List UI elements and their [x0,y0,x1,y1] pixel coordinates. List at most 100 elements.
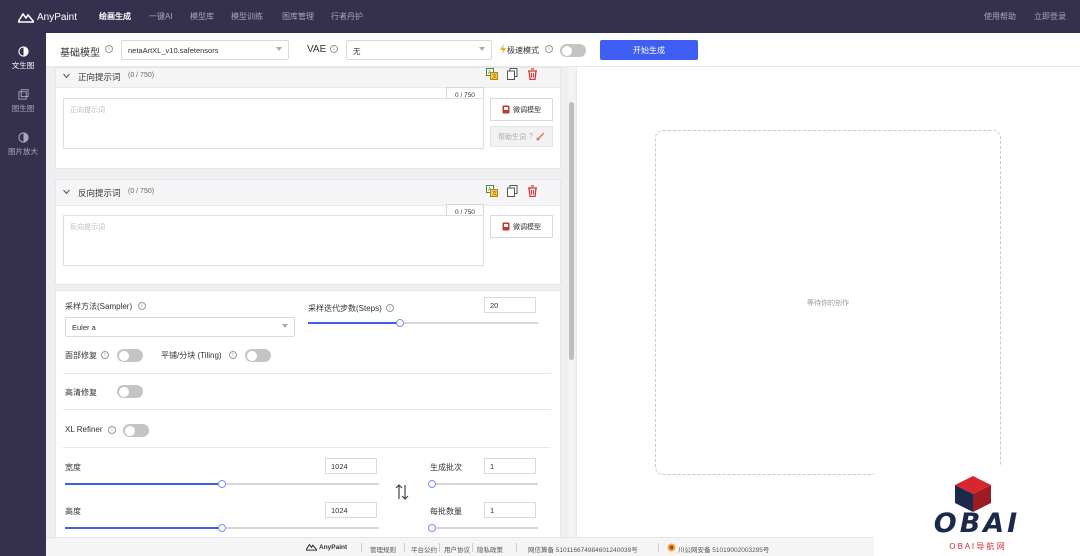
finetune-model-label: 微调模型 [513,106,541,114]
nav-item-model-library[interactable]: 模型库 [190,11,214,22]
tiling-label: 平铺/分块 (Tiling) [161,351,222,360]
brand-name: AnyPaint [37,11,78,23]
chevron-down-icon[interactable] [63,73,70,79]
nav-item-drawing[interactable]: 绘画生成 [99,11,131,22]
footer-icp[interactable]: 网信算备 510116674984601240039号 [528,544,638,554]
tiling-toggle[interactable] [245,349,271,362]
nav-item-one-click-ai[interactable]: 一键AI [149,11,173,22]
xl-refiner-toggle[interactable] [123,424,149,437]
info-icon[interactable]: i [105,45,113,53]
footer-link-privacy[interactable]: 隐私政策 [477,544,503,554]
vae-select[interactable]: 无 [346,40,492,60]
info-icon[interactable]: i [138,302,146,310]
finetune-model-button[interactable]: 微调模型 [490,215,553,238]
sidenav-label: 文生图 [11,61,35,70]
assist-prompt-button[interactable]: 帮助生词 ? [490,126,553,147]
info-icon[interactable]: i [108,426,116,434]
sidenav-item-image-to-image[interactable]: 图生图 [0,89,46,114]
sampler-select[interactable]: Euler a [65,317,295,337]
obai-watermark: OBAI O B A I 导 航 网 [874,466,1080,556]
height-input[interactable]: 1024 [325,502,377,518]
mountain-logo-icon [306,543,317,551]
anypaint-logo[interactable]: AnyPaint [18,10,77,24]
slider-fill [308,322,400,324]
fast-mode-toggle[interactable] [560,44,586,57]
police-badge-icon [667,543,676,552]
steps-slider[interactable] [308,319,538,327]
divider [63,409,551,410]
contrast-icon [17,46,29,57]
info-icon[interactable]: i [229,351,237,359]
trash-icon[interactable] [527,185,538,197]
slider-handle[interactable] [428,480,436,488]
mountain-logo-icon [18,12,34,23]
nav-item-model-training[interactable]: 模型训练 [231,11,263,22]
steps-input[interactable]: 20 [484,297,536,313]
translate-icon[interactable]: A 文 [486,185,498,197]
output-placeholder-text: 等待你的创作 [807,299,849,307]
hires-fix-toggle[interactable] [117,385,143,398]
watermark-text: OBAI [933,508,1021,539]
info-icon[interactable]: i [386,304,394,312]
copy-icon[interactable] [507,185,518,197]
divider [361,543,362,552]
footer-link-rules[interactable]: 管理规则 [370,544,396,554]
batch-count-label: 生成批次 [430,463,462,472]
copy-icon[interactable] [507,68,518,80]
divider [63,373,551,374]
slider-handle[interactable] [218,524,226,532]
sampler-label: 采样方法(Sampler) [65,302,133,311]
divider [472,543,473,552]
help-link[interactable]: 使用帮助 [984,11,1016,22]
batch-count-input[interactable]: 1 [484,458,536,474]
model-icon [502,105,510,114]
info-icon[interactable]: i [330,45,338,53]
images-icon [17,89,29,100]
height-label: 高度 [65,507,81,516]
swap-vertical-icon[interactable] [395,484,409,500]
base-model-label: 基础模型 [60,48,100,59]
positive-prompt-input[interactable]: 正向提示词 [63,98,484,149]
translate-icon[interactable]: A 文 [486,68,498,80]
watermark-subtitle: O B A I 导 航 网 [949,542,1005,551]
base-model-select[interactable]: netaArtXL_v10.safetensors [121,40,289,60]
positive-prompt-count: (0 / 750) [128,72,155,79]
info-icon[interactable]: i [545,45,553,53]
nav-item-guardian[interactable]: 行者丹护 [331,11,363,22]
model-icon [502,222,510,231]
help-icon: ? [529,133,533,140]
width-slider[interactable] [65,480,379,488]
scrollbar-thumb[interactable] [569,102,574,360]
finetune-model-label: 微调模型 [513,223,541,231]
divider [439,543,440,552]
login-link[interactable]: 立即登录 [1034,11,1066,22]
sidenav-item-upscale[interactable]: 图片放大 [0,132,46,157]
chevron-down-icon [276,47,282,51]
slider-handle[interactable] [396,319,404,327]
width-input[interactable]: 1024 [325,458,377,474]
batch-count-slider[interactable] [428,480,538,488]
footer-brand: AnyPaint [319,544,348,551]
negative-prompt-input[interactable]: 反向提示词 [63,215,484,266]
start-generate-button[interactable]: 开始生成 [600,40,698,60]
slider-handle[interactable] [218,480,226,488]
info-icon[interactable]: i [101,351,109,359]
footer-link-convention[interactable]: 平台公约 [411,544,437,554]
batch-size-input[interactable]: 1 [484,502,536,518]
batch-size-slider[interactable] [428,524,538,532]
footer-police-record[interactable]: 川公网安备 51019002003295号 [678,544,769,554]
slider-fill [65,483,222,485]
divider [63,447,551,448]
output-placeholder: 等待你的创作 [655,130,1001,475]
slider-handle[interactable] [428,524,436,532]
finetune-model-button[interactable]: 微调模型 [490,98,553,121]
sidenav-item-text-to-image[interactable]: 文生图 [0,46,46,71]
footer-link-user-agreement[interactable]: 用户协议 [444,544,470,554]
face-fix-toggle[interactable] [117,349,143,362]
brush-icon [536,132,545,141]
height-slider[interactable] [65,524,379,532]
chevron-down-icon[interactable] [63,189,70,195]
hires-fix-label: 高清修复 [65,388,97,397]
nav-item-gallery[interactable]: 图库管理 [282,11,314,22]
trash-icon[interactable] [527,68,538,80]
